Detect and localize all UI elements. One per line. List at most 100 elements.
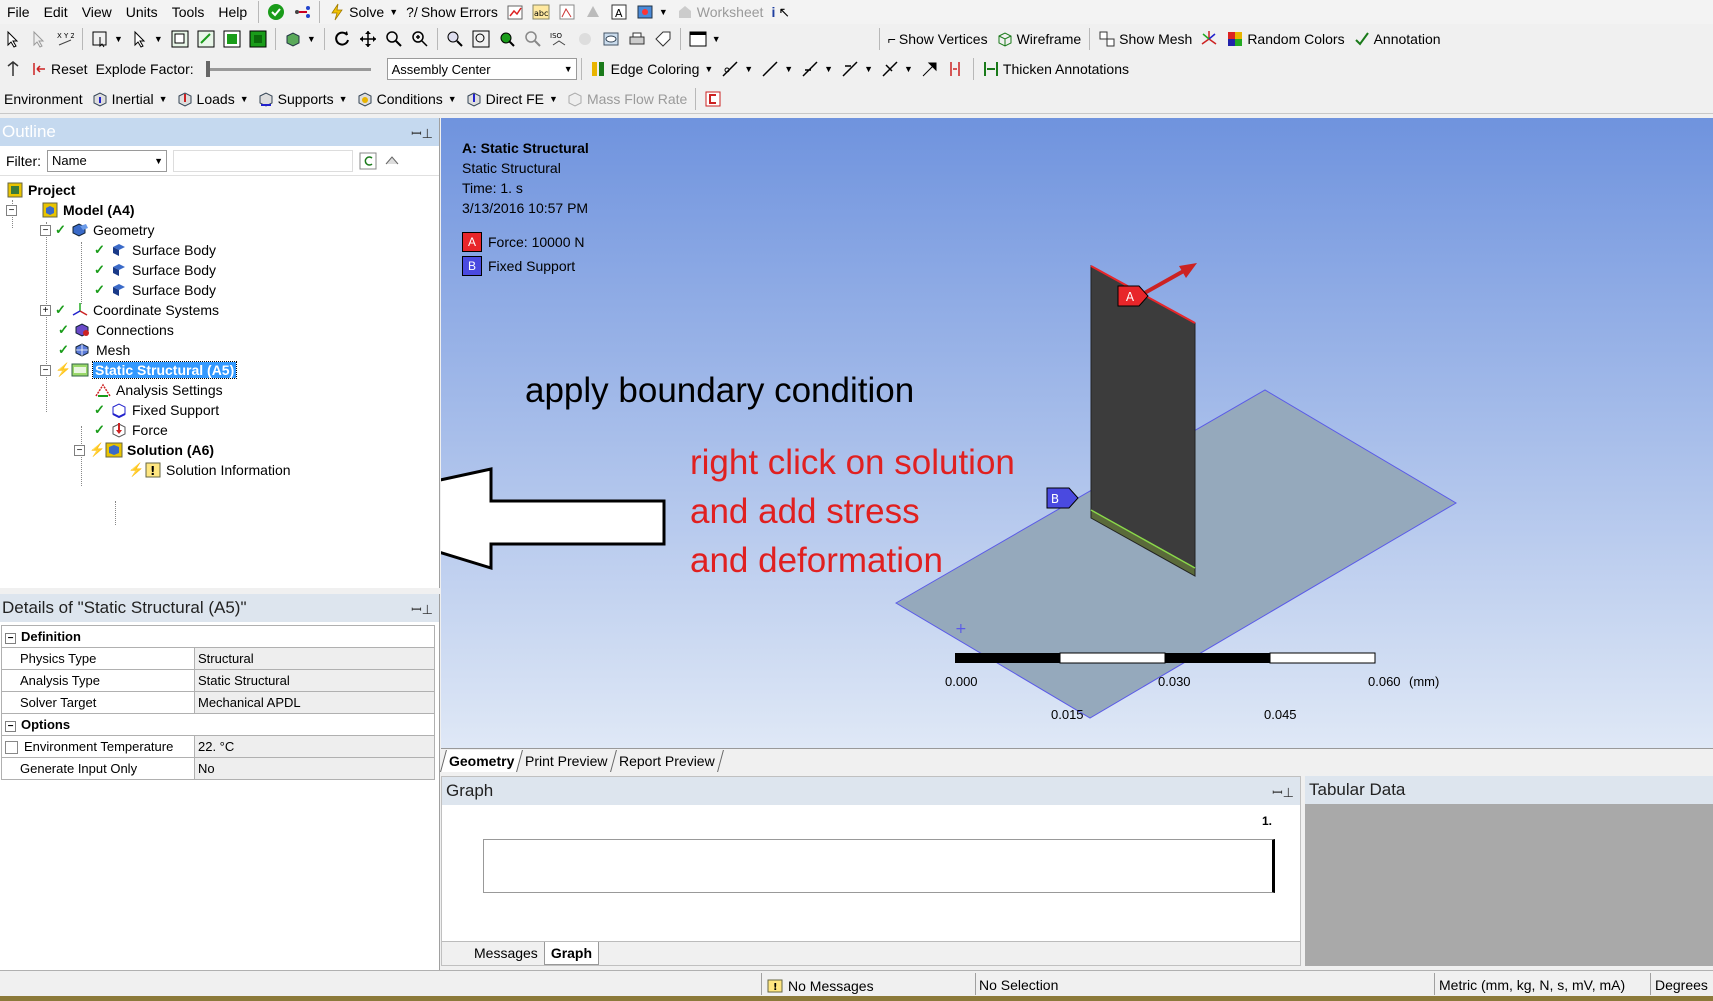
zoom-in-button[interactable] [407, 26, 433, 52]
status-units[interactable]: Metric (mm, kg, N, s, mV, mA) [1439, 975, 1625, 997]
menu-file[interactable]: File [0, 0, 37, 24]
viewport-button[interactable]: ▼ [685, 26, 725, 52]
tree-item-surface-body-1[interactable]: ✓ Surface Body [94, 240, 216, 260]
axis-button[interactable]: X Y Z [52, 26, 78, 52]
expand-toggle[interactable]: + [40, 304, 51, 316]
select-mode-button[interactable] [0, 26, 26, 52]
details-row[interactable]: Solver Target Mechanical APDL [1, 691, 435, 714]
refresh-icon[interactable] [359, 152, 377, 170]
zoom-to-fit-button[interactable] [468, 26, 494, 52]
edge-style-button-5[interactable]: ▼ [877, 56, 917, 82]
property-value[interactable]: Structural [194, 647, 435, 670]
edge-style-button-1[interactable]: ▼ [717, 56, 757, 82]
details-row[interactable]: Physics Type Structural [1, 647, 435, 670]
conditions-menu[interactable]: Conditions ▼ [352, 86, 461, 112]
tree-item-solution-information[interactable]: ⚡ ! Solution Information [128, 460, 291, 480]
magnifier-button[interactable] [494, 26, 520, 52]
insert-image-button[interactable] [554, 0, 580, 24]
previous-view-button[interactable] [520, 26, 546, 52]
checkbox[interactable] [5, 741, 18, 755]
property-value[interactable]: Mechanical APDL [194, 691, 435, 714]
property-value[interactable]: No [194, 757, 435, 780]
tree-item-surface-body-3[interactable]: ✓ Surface Body [94, 280, 216, 300]
commands-button[interactable] [700, 86, 726, 112]
insert-chart-button[interactable] [502, 0, 528, 24]
tree-item-mesh[interactable]: ✓ Mesh [58, 340, 130, 360]
property-value[interactable]: Static Structural [194, 669, 435, 692]
collapse-toggle[interactable]: − [40, 364, 51, 376]
menu-tools[interactable]: Tools [165, 0, 212, 24]
details-row[interactable]: Generate Input Only No [1, 757, 435, 780]
tree-item-static-structural[interactable]: − ⚡ Static Structural (A5) [40, 360, 238, 380]
comment-button[interactable] [580, 0, 606, 24]
timeline-graph[interactable] [483, 839, 1275, 893]
edge-style-button-4[interactable]: ▼ [837, 56, 877, 82]
menu-help[interactable]: Help [211, 0, 254, 24]
pick-button[interactable]: ▼ [127, 26, 167, 52]
supports-menu[interactable]: Supports ▼ [253, 86, 352, 112]
show-errors-button[interactable]: ?/ Show Errors [402, 0, 502, 24]
figure-button[interactable]: ▼ [632, 0, 672, 24]
wireframe-button[interactable]: Wireframe [992, 26, 1086, 52]
nodes-button[interactable] [289, 0, 315, 24]
extend-selection-button[interactable]: ▼ [280, 26, 320, 52]
selection-filter-button[interactable]: ▼ [87, 26, 127, 52]
status-angle-units[interactable]: Degrees [1655, 975, 1708, 997]
tree-item-connections[interactable]: ✓ Connections [58, 320, 174, 340]
view-toggle-button[interactable] [572, 26, 598, 52]
check-status-button[interactable] [263, 0, 289, 24]
group-row-definition[interactable]: − Definition [1, 625, 435, 648]
graphics-viewport[interactable]: A: Static Structural Static Structural T… [441, 118, 1713, 748]
tree-item-solution[interactable]: − ⚡ Solution (A6) [74, 440, 214, 460]
tree-item-force[interactable]: ✓ Force [94, 420, 168, 440]
menu-view[interactable]: View [75, 0, 119, 24]
annotation-button[interactable]: Annotation [1349, 26, 1445, 52]
edge-style-button-2[interactable]: ▼ [757, 56, 797, 82]
coordinate-button[interactable] [1196, 26, 1222, 52]
collapse-toggle[interactable]: − [5, 721, 16, 732]
explode-view-button[interactable] [0, 56, 26, 82]
collapse-toggle[interactable]: − [5, 633, 16, 644]
worksheet-button[interactable]: Worksheet [672, 0, 768, 24]
pin-icon[interactable]: ꟷ⊥ [411, 596, 433, 624]
pin-icon[interactable]: ꟷ⊥ [1272, 779, 1294, 807]
pin-icon[interactable]: ꟷ⊥ [411, 120, 433, 148]
pointer-select-button[interactable] [26, 26, 52, 52]
tag-button[interactable] [650, 26, 676, 52]
details-row[interactable]: Environment Temperature 22. °C [1, 735, 435, 758]
print-button[interactable] [624, 26, 650, 52]
select-body-button[interactable] [245, 26, 271, 52]
tree-item-geometry[interactable]: − ✓ Geometry [40, 220, 154, 240]
random-colors-button[interactable]: Random Colors [1222, 26, 1348, 52]
zoom-button[interactable] [381, 26, 407, 52]
tab-report-preview[interactable]: Report Preview [609, 750, 724, 772]
menu-units[interactable]: Units [119, 0, 165, 24]
slider-thumb[interactable] [205, 60, 210, 77]
tree-item-analysis-settings[interactable]: Analysis Settings [94, 380, 223, 400]
annotation-a-button[interactable]: A [606, 0, 632, 24]
select-vertex-button[interactable] [167, 26, 193, 52]
loads-menu[interactable]: Loads ▼ [172, 86, 253, 112]
edge-coloring-button[interactable]: Edge Coloring ▼ [586, 56, 718, 82]
pan-button[interactable] [355, 26, 381, 52]
tab-messages[interactable]: Messages [468, 942, 544, 965]
filter-search-input[interactable] [173, 149, 353, 172]
probe-button[interactable] [917, 56, 943, 82]
tree-item-project[interactable]: Project [6, 180, 75, 200]
tree-item-coordinate-systems[interactable]: + ✓ Coordinate Systems [40, 300, 219, 320]
menu-edit[interactable]: Edit [37, 0, 75, 24]
tree-item-fixed-support[interactable]: ✓ Fixed Support [94, 400, 219, 420]
collapse-toggle[interactable]: − [6, 204, 17, 216]
collapse-toggle[interactable]: − [74, 444, 85, 456]
direct-fe-menu[interactable]: Direct FE ▼ [461, 86, 562, 112]
property-value[interactable]: 22. °C [194, 735, 435, 758]
status-messages[interactable]: ! No Messages [766, 975, 874, 997]
display-button[interactable] [598, 26, 624, 52]
insert-text-button[interactable]: abc [528, 0, 554, 24]
tab-graph[interactable]: Graph [543, 942, 600, 965]
tab-geometry[interactable]: Geometry [440, 750, 523, 772]
select-face-button[interactable] [219, 26, 245, 52]
filter-dropdown[interactable]: Name ▼ [47, 149, 167, 172]
explode-factor-slider[interactable] [205, 60, 371, 77]
select-edge-button[interactable] [193, 26, 219, 52]
